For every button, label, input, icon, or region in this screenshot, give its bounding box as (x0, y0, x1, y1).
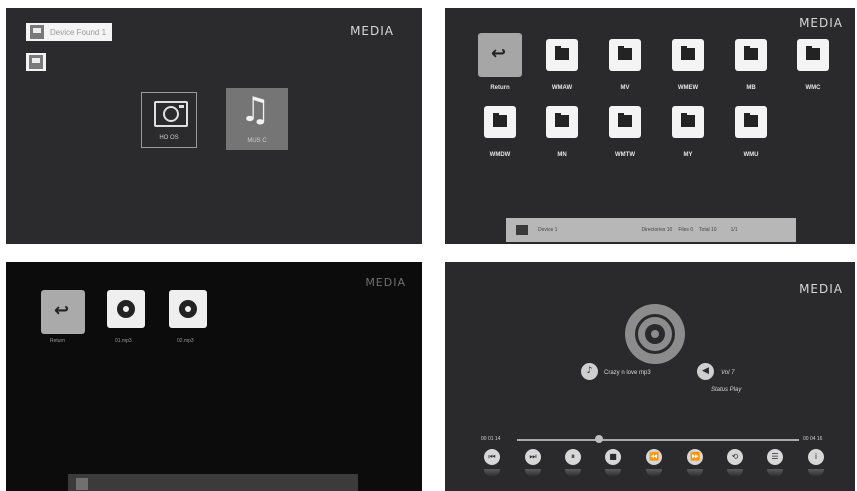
stop-icon[interactable]: ■ (605, 449, 621, 465)
music-file-list-screen: MEDIA ↩ Return 01.mp3 02.mp3 (6, 262, 422, 491)
folder-item[interactable]: MN (540, 106, 584, 158)
folder-item[interactable]: MV (603, 39, 647, 91)
fast-forward-icon[interactable]: ⏩ (687, 449, 703, 465)
progress-knob[interactable] (594, 435, 603, 443)
music-label: MUS C (247, 138, 267, 144)
media-title: MEDIA (350, 24, 394, 38)
status-total: Total 10 (699, 227, 717, 233)
folder-item[interactable]: WMC (791, 39, 835, 91)
music-tile[interactable]: ♫ MUS C (226, 88, 288, 150)
usb-device-button[interactable] (26, 53, 46, 71)
folder-label: MY (683, 152, 693, 158)
folder-item[interactable]: WMU (729, 106, 773, 158)
return-label: Return (50, 338, 66, 344)
folder-icon (546, 106, 578, 138)
usb-icon (29, 55, 43, 69)
return-button[interactable]: ↩ (41, 290, 85, 334)
folder-label: MN (557, 152, 567, 158)
media-home-screen: MEDIA Device Found 1 HO OS ♫ MUS C (6, 8, 422, 244)
mp3-file-tile[interactable] (107, 290, 145, 328)
usb-icon (30, 25, 44, 39)
folder-icon (672, 106, 704, 138)
folder-label: WMTW (615, 152, 635, 158)
device-found-text: Device Found 1 (50, 27, 107, 37)
play-status: Status Play (711, 387, 742, 393)
next-icon[interactable]: ⏭ (525, 449, 541, 465)
status-bar (68, 474, 358, 491)
file-label: 02.mp3 (177, 338, 194, 344)
music-player-screen: MEDIA ♪ Crazy n love mp3 ◀ Vol 7 Status … (445, 262, 855, 491)
status-files: Files 0 (678, 227, 694, 233)
info-icon[interactable]: i (808, 449, 824, 465)
usb-icon (76, 478, 88, 490)
mp3-file-tile[interactable] (169, 290, 207, 328)
photos-tile[interactable]: HO OS (141, 92, 197, 148)
disc-icon (117, 300, 135, 318)
music-note-icon: ♪ (581, 363, 598, 380)
return-button[interactable]: ↩ (478, 33, 522, 77)
return-label: Return (490, 85, 510, 91)
folder-item[interactable]: WMAW (540, 39, 584, 91)
folder-item[interactable]: MY (666, 106, 710, 158)
folder-item[interactable]: MB (729, 39, 773, 91)
folder-icon (797, 39, 829, 71)
return-item[interactable]: ↩ Return (478, 33, 522, 91)
folder-icon (735, 106, 767, 138)
disc-icon (179, 300, 197, 318)
file-label: 01.mp3 (115, 338, 132, 344)
folder-icon (735, 39, 767, 71)
folder-label: MV (620, 85, 630, 91)
status-bar: Device 1 Directories 10 Files 0 Total 10… (506, 218, 796, 242)
music-note-icon: ♫ (240, 90, 271, 130)
disc-icon (625, 304, 685, 364)
status-directories: Directories 10 (641, 227, 673, 233)
progress-track[interactable] (517, 439, 799, 441)
media-title: MEDIA (799, 282, 843, 296)
song-name: Crazy n love mp3 (604, 370, 651, 376)
folder-item[interactable]: WMDW (478, 106, 522, 158)
folder-browser-screen: MEDIA ↩ Return WMAW MV WMEW MB WMC WMDW … (445, 8, 855, 244)
status-device: Device 1 (538, 227, 558, 233)
return-arrow-icon: ↩ (491, 43, 507, 64)
folder-item[interactable]: WMEW (666, 39, 710, 91)
folder-icon (609, 39, 641, 71)
folder-label: WMDW (489, 152, 511, 158)
usb-icon (516, 225, 528, 235)
repeat-icon[interactable]: ⟲ (727, 449, 743, 465)
status-page: 1/1 (730, 227, 738, 233)
device-found-notice: Device Found 1 (26, 23, 113, 41)
folder-icon (484, 106, 516, 138)
return-arrow-icon: ↩ (54, 300, 70, 321)
folder-label: WMAW (551, 85, 573, 91)
media-title: MEDIA (365, 276, 406, 289)
folder-label: MB (746, 85, 756, 91)
folder-icon (546, 39, 578, 71)
folder-item[interactable]: WMTW (603, 106, 647, 158)
previous-icon[interactable]: ⏮ (484, 449, 500, 465)
pause-icon[interactable]: ⏸ (565, 449, 581, 465)
volume-icon: ◀ (697, 363, 714, 380)
volume-text: Vol 7 (721, 370, 735, 376)
folder-label: WMEW (677, 85, 699, 91)
folder-icon (609, 106, 641, 138)
total-time: 00 04 16 (803, 436, 823, 442)
playlist-icon[interactable]: ☰ (767, 449, 783, 465)
media-title: MEDIA (799, 16, 843, 30)
folder-icon (672, 39, 704, 71)
rewind-icon[interactable]: ⏪ (646, 449, 662, 465)
photos-label: HO OS (159, 135, 179, 141)
folder-label: WMC (805, 85, 821, 91)
elapsed-time: 00 01 14 (481, 436, 501, 442)
camera-icon (154, 101, 188, 127)
folder-label: WMU (743, 152, 759, 158)
